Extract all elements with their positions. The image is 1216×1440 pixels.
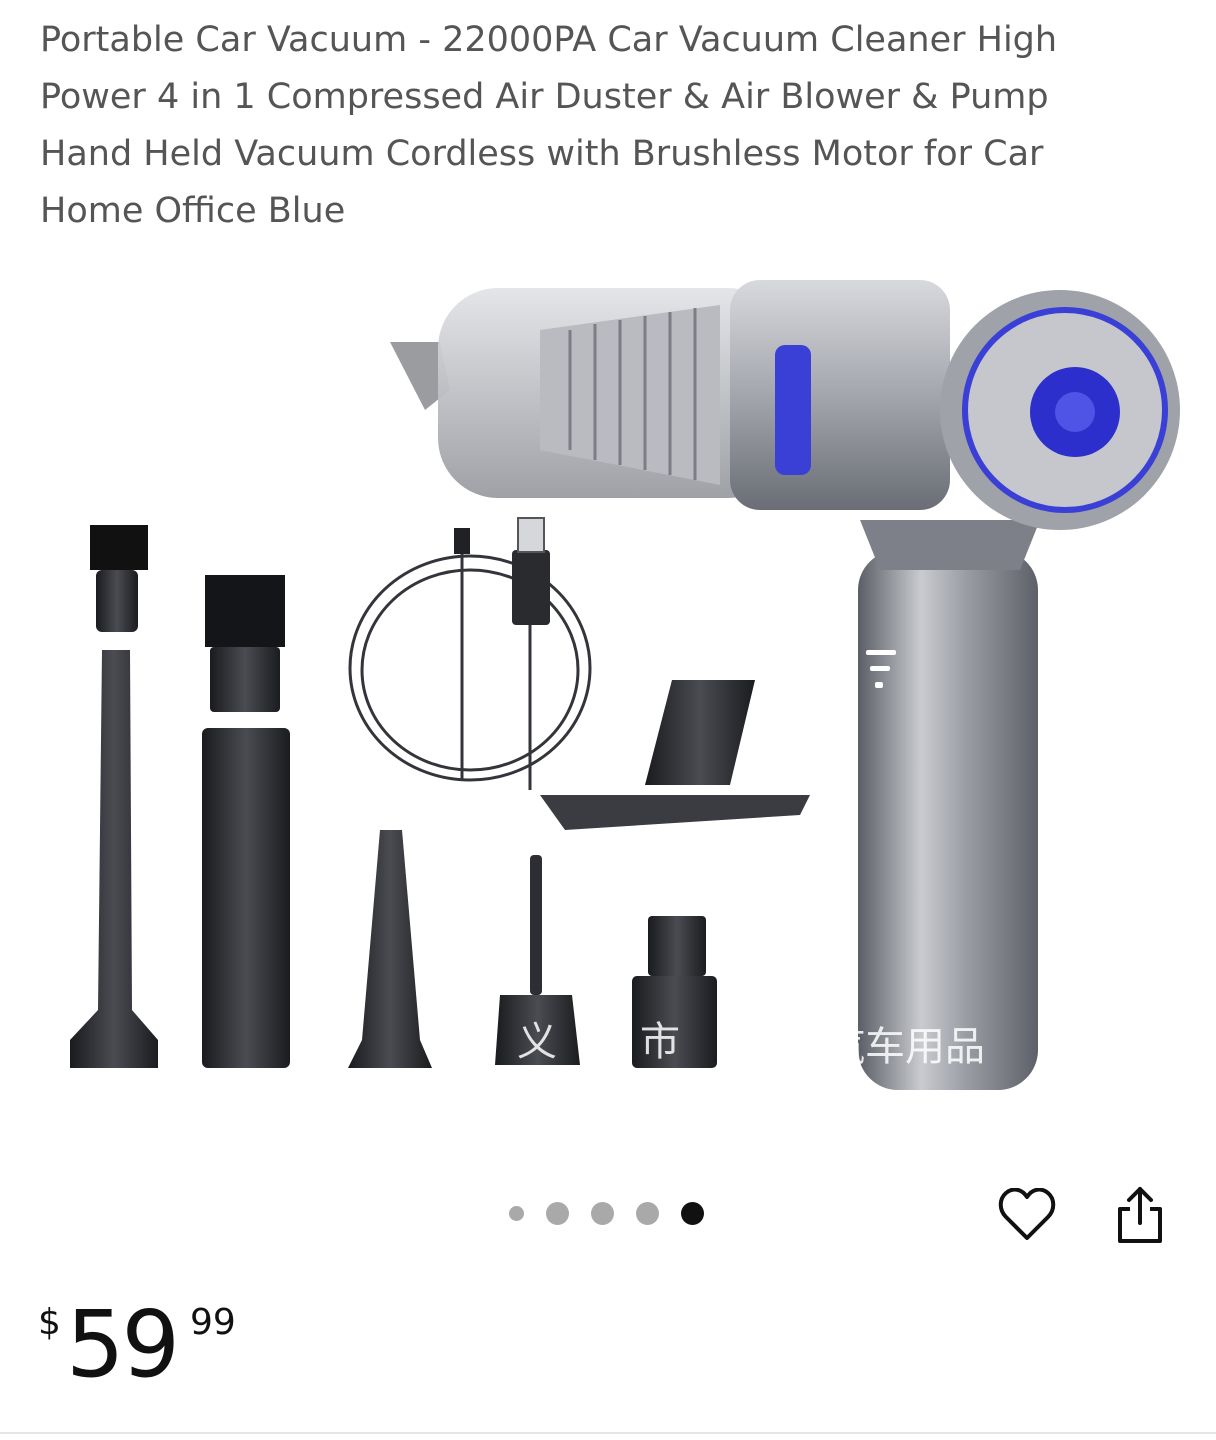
image-carousel-indicator[interactable]: [509, 1200, 726, 1226]
heart-outline-icon: [998, 1188, 1056, 1240]
carousel-dot-3[interactable]: [591, 1201, 614, 1225]
carousel-dot-4[interactable]: [636, 1201, 659, 1225]
accessories: 义 市: [70, 517, 810, 1068]
carousel-dot-5[interactable]: [681, 1201, 704, 1225]
price-currency: $: [38, 1302, 61, 1343]
watermark-text-1: 义: [517, 1019, 557, 1065]
share-button[interactable]: [1108, 1183, 1172, 1247]
watermark-text-3: 汽车用品: [825, 1024, 985, 1070]
divider: [0, 1432, 1216, 1434]
product-image[interactable]: 汽车用品 义 市: [40, 250, 1180, 1130]
carousel-dot-1[interactable]: [509, 1205, 524, 1221]
product-title: Portable Car Vacuum - 22000PA Car Vacuum…: [40, 20, 1058, 231]
price-fraction: 99: [190, 1302, 236, 1343]
carousel-dot-2[interactable]: [546, 1201, 569, 1225]
vacuum-body: 汽车用品: [390, 280, 1180, 1090]
watermark-text-2: 市: [640, 1019, 680, 1065]
price-whole: 59: [66, 1291, 180, 1398]
share-icon: [1118, 1187, 1162, 1243]
favorite-button[interactable]: [995, 1183, 1059, 1247]
product-photo: 汽车用品 义 市: [70, 280, 1180, 1090]
